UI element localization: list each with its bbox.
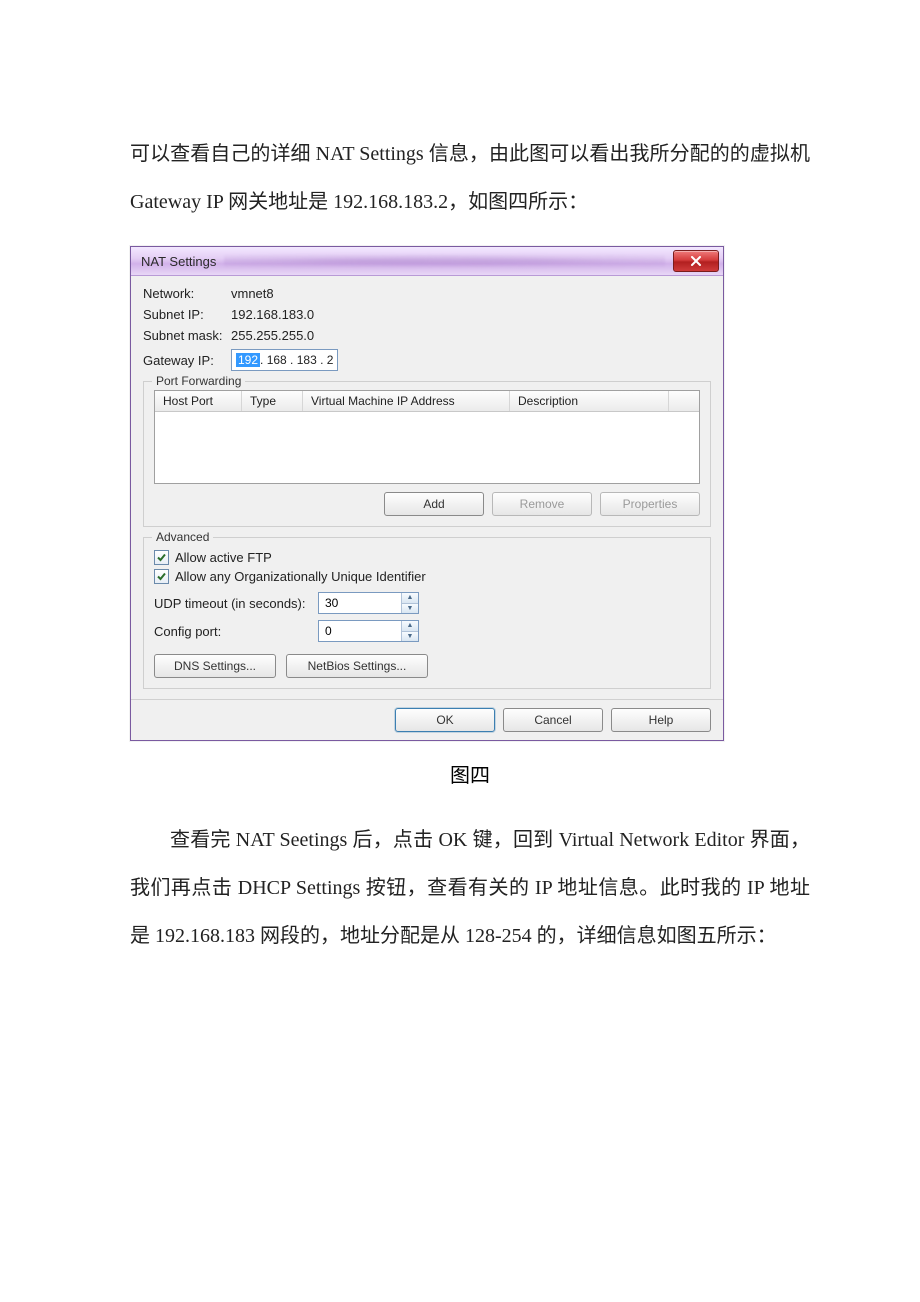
figure-caption-4: 图四 xyxy=(130,759,810,788)
col-description[interactable]: Description xyxy=(510,391,669,411)
titlebar-decoration xyxy=(224,252,665,270)
nat-settings-dialog: NAT Settings Network: vmnet8 Subnet IP: … xyxy=(130,246,724,741)
udp-timeout-label: UDP timeout (in seconds): xyxy=(154,596,318,611)
advanced-legend: Advanced xyxy=(152,530,213,544)
gateway-rest: . 168 . 183 . 2 xyxy=(260,353,333,367)
allow-oui-label: Allow any Organizationally Unique Identi… xyxy=(175,569,426,584)
advanced-group: Advanced Allow active FTP Allow any Orga… xyxy=(143,537,711,689)
spin-down-icon[interactable]: ▼ xyxy=(402,631,418,642)
col-host-port[interactable]: Host Port xyxy=(155,391,242,411)
add-button[interactable]: Add xyxy=(384,492,484,516)
dialog-title: NAT Settings xyxy=(141,254,216,269)
help-button[interactable]: Help xyxy=(611,708,711,732)
network-label: Network: xyxy=(143,286,231,301)
subnet-ip-label: Subnet IP: xyxy=(143,307,231,322)
spin-up-icon[interactable]: ▲ xyxy=(402,621,418,631)
paragraph-1: 可以查看自己的详细 NAT Settings 信息，由此图可以看出我所分配的的虚… xyxy=(130,130,810,226)
dialog-footer: OK Cancel Help xyxy=(131,699,723,740)
subnet-ip-value: 192.168.183.0 xyxy=(231,307,314,322)
dns-settings-button[interactable]: DNS Settings... xyxy=(154,654,276,678)
udp-timeout-field[interactable] xyxy=(319,593,401,613)
close-icon xyxy=(690,256,702,266)
close-button[interactable] xyxy=(673,250,719,272)
allow-active-ftp-label: Allow active FTP xyxy=(175,550,272,565)
spin-up-icon[interactable]: ▲ xyxy=(402,593,418,603)
cancel-button[interactable]: Cancel xyxy=(503,708,603,732)
paragraph-2: 查看完 NAT Seetings 后，点击 OK 键，回到 Virtual Ne… xyxy=(130,816,810,960)
col-spacer xyxy=(669,391,699,411)
allow-active-ftp-checkbox[interactable] xyxy=(154,550,169,565)
gateway-ip-label: Gateway IP: xyxy=(143,353,231,368)
ok-button[interactable]: OK xyxy=(395,708,495,732)
col-vm-ip[interactable]: Virtual Machine IP Address xyxy=(303,391,510,411)
gateway-ip-input[interactable]: 192 . 168 . 183 . 2 xyxy=(231,349,338,371)
subnet-mask-value: 255.255.255.0 xyxy=(231,328,314,343)
config-port-field[interactable] xyxy=(319,621,401,641)
port-forwarding-group: Port Forwarding Host Port Type Virtual M… xyxy=(143,381,711,527)
remove-button[interactable]: Remove xyxy=(492,492,592,516)
titlebar: NAT Settings xyxy=(131,247,723,276)
udp-timeout-input[interactable]: ▲ ▼ xyxy=(318,592,419,614)
config-port-input[interactable]: ▲ ▼ xyxy=(318,620,419,642)
check-icon xyxy=(156,571,167,582)
config-port-label: Config port: xyxy=(154,624,318,639)
spin-down-icon[interactable]: ▼ xyxy=(402,603,418,614)
allow-oui-checkbox[interactable] xyxy=(154,569,169,584)
port-forwarding-legend: Port Forwarding xyxy=(152,374,245,388)
network-value: vmnet8 xyxy=(231,286,274,301)
table-header: Host Port Type Virtual Machine IP Addres… xyxy=(155,391,699,412)
subnet-mask-label: Subnet mask: xyxy=(143,328,231,343)
gateway-oct1-selected: 192 xyxy=(236,353,260,367)
check-icon xyxy=(156,552,167,563)
col-type[interactable]: Type xyxy=(242,391,303,411)
port-forwarding-table[interactable]: Host Port Type Virtual Machine IP Addres… xyxy=(154,390,700,484)
netbios-settings-button[interactable]: NetBios Settings... xyxy=(286,654,428,678)
properties-button[interactable]: Properties xyxy=(600,492,700,516)
